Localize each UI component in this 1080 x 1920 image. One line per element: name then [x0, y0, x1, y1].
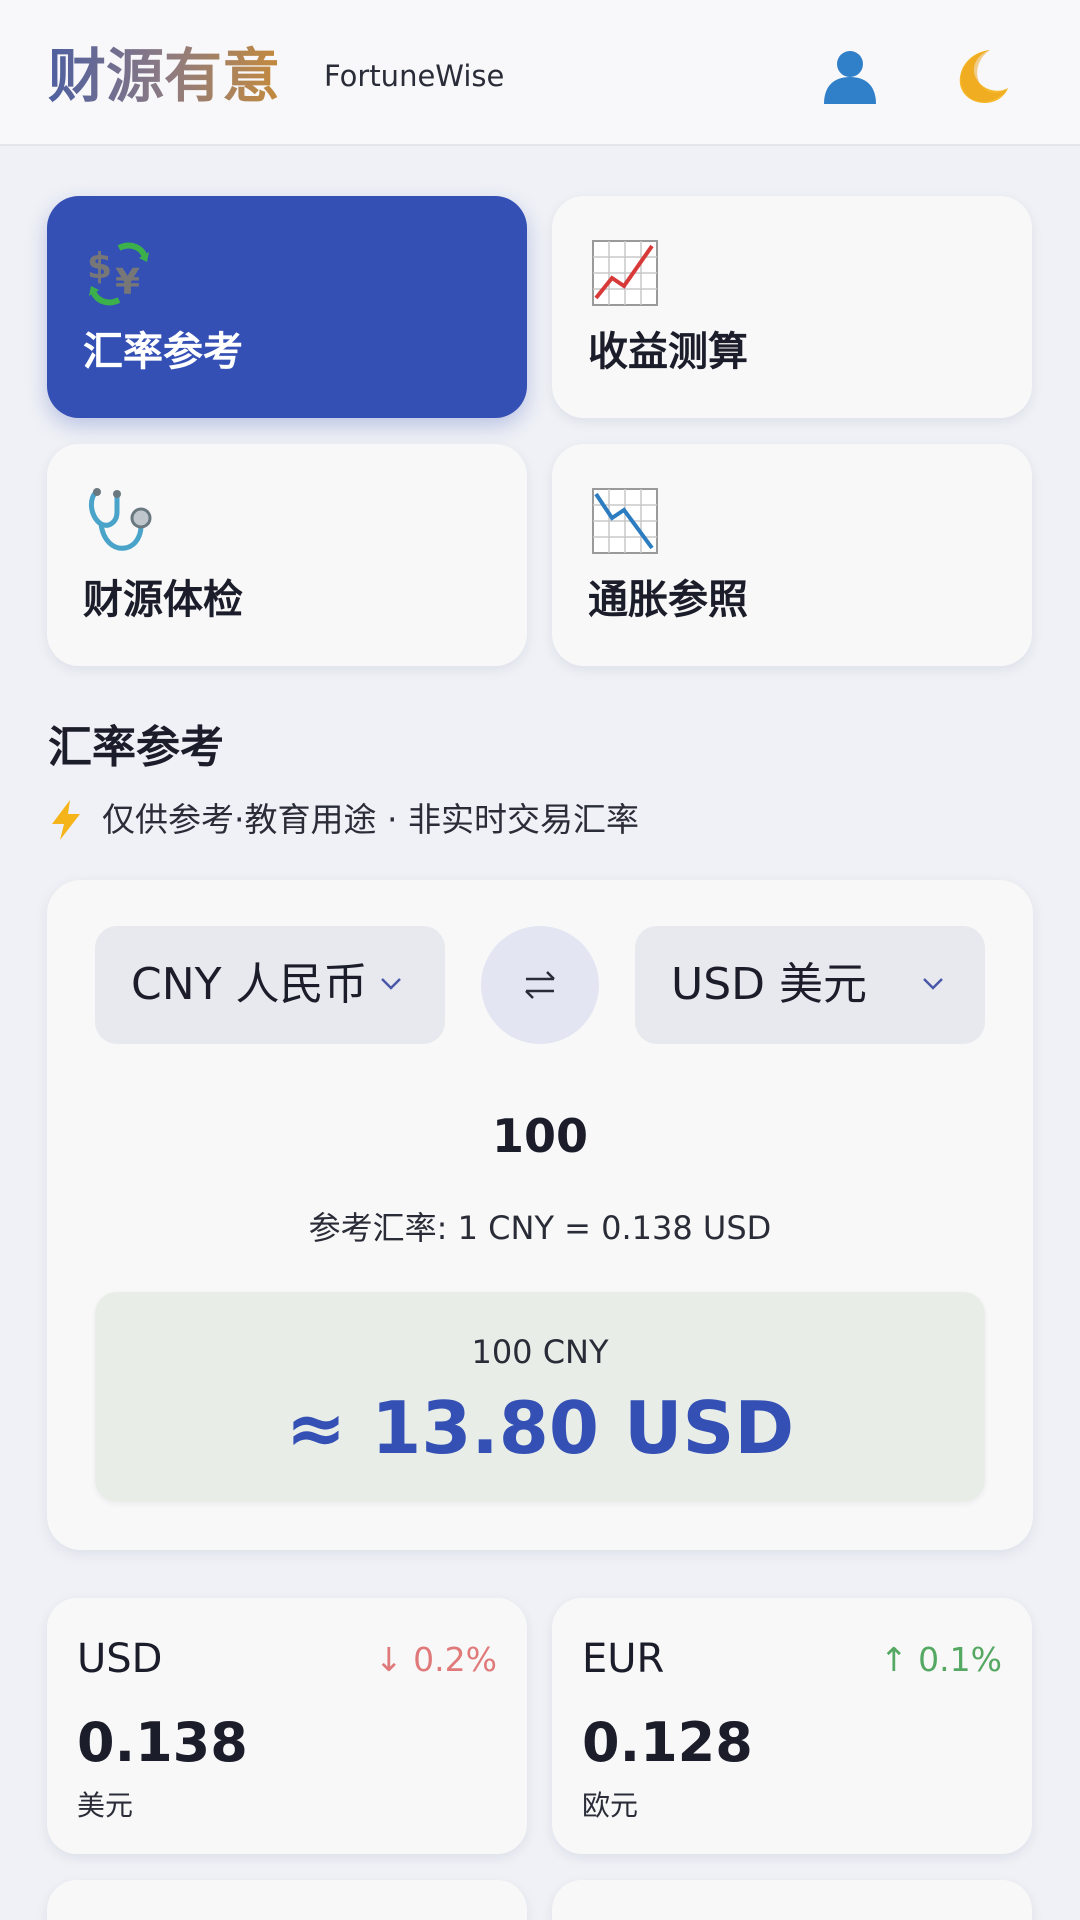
currency-code: USD — [77, 1636, 163, 1682]
result-panel: 100 CNY ≈ 13.80 USD — [95, 1292, 985, 1502]
chart-down-icon — [590, 486, 660, 556]
tile-label: 财源体检 — [83, 577, 243, 623]
lightning-icon — [52, 800, 80, 840]
brand-subtitle: FortuneWise — [324, 59, 505, 93]
tile-label: 通胀参照 — [588, 577, 748, 623]
tile-finance-checkup[interactable]: 财源体检 — [47, 444, 527, 666]
result-source: 100 CNY — [471, 1333, 609, 1371]
chart-up-icon — [590, 238, 660, 308]
chevron-down-icon — [923, 978, 943, 990]
swap-arrows-icon — [525, 971, 555, 999]
svg-text:¥: ¥ — [115, 262, 140, 303]
rate-change: ↓ 0.2% — [375, 1640, 497, 1679]
tile-label: 汇率参考 — [83, 329, 243, 375]
rate-value: 0.128 — [582, 1711, 753, 1774]
currency-code: EUR — [582, 1636, 665, 1682]
result-value: ≈ 13.80 USD — [285, 1386, 795, 1470]
rate-card-eur[interactable]: EUR ↑ 0.1% 0.128 欧元 — [552, 1598, 1032, 1854]
user-icon[interactable] — [814, 40, 886, 112]
converter-card: CNY 人民币 USD 美元 100 参考汇率: 1 CNY = 0.138 U… — [47, 880, 1033, 1550]
to-currency-select[interactable]: USD 美元 — [635, 926, 985, 1044]
rate-change: ↑ 0.1% — [880, 1640, 1002, 1679]
tile-inflation[interactable]: 通胀参照 — [552, 444, 1032, 666]
brand-title: 财源有意 — [48, 42, 281, 110]
chevron-down-icon — [381, 978, 401, 990]
rate-card[interactable] — [47, 1880, 527, 1920]
tile-exchange-rate[interactable]: $ ¥ 汇率参考 — [47, 196, 527, 418]
to-currency-value: USD 美元 — [671, 959, 868, 1010]
disclaimer-text: 仅供参考·教育用途 · 非实时交易汇率 — [102, 800, 639, 839]
currency-name: 美元 — [77, 1789, 134, 1822]
disclaimer-note: 仅供参考·教育用途 · 非实时交易汇率 — [48, 796, 639, 844]
app-header: 财源有意 FortuneWise — [0, 0, 1080, 146]
currency-name: 欧元 — [582, 1789, 639, 1822]
currency-exchange-icon: $ ¥ — [85, 238, 155, 308]
from-currency-select[interactable]: CNY 人民币 — [95, 926, 445, 1044]
rate-card-usd[interactable]: USD ↓ 0.2% 0.138 美元 — [47, 1598, 527, 1854]
section-title: 汇率参考 — [48, 722, 224, 773]
tile-yield-calc[interactable]: 收益测算 — [552, 196, 1032, 418]
swap-button[interactable] — [481, 926, 599, 1044]
svg-text:$: $ — [87, 246, 112, 287]
from-currency-value: CNY 人民币 — [131, 959, 368, 1010]
tile-label: 收益测算 — [588, 329, 748, 375]
rate-card[interactable] — [552, 1880, 1032, 1920]
moon-icon[interactable] — [944, 40, 1016, 112]
rate-value: 0.138 — [77, 1711, 248, 1774]
stethoscope-icon — [85, 486, 155, 556]
reference-rate: 参考汇率: 1 CNY = 0.138 USD — [308, 1209, 772, 1247]
amount-input[interactable]: 100 — [47, 1106, 1033, 1166]
